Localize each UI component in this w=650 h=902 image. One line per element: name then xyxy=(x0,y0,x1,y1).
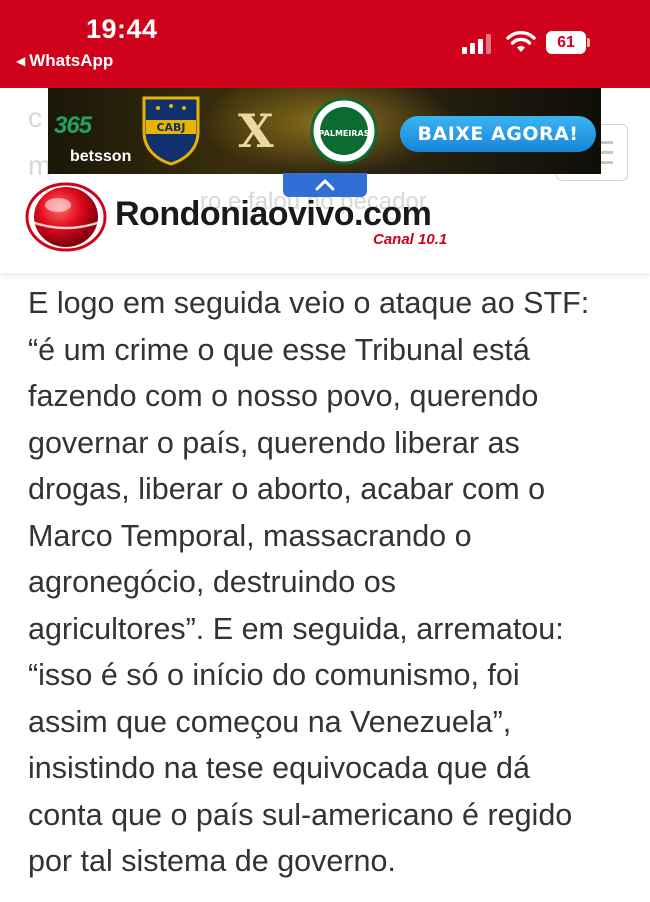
ad-brand-365: 365 xyxy=(54,112,92,139)
article-line: por tal sistema de governo. xyxy=(28,844,396,878)
back-triangle-icon: ◀ xyxy=(16,54,26,68)
article-line: “isso é só o início do comunismo, foi xyxy=(28,658,520,692)
ad-brand-betsson: betsson xyxy=(70,148,132,165)
article-line: agricultores”. E em seguida, arrematou: xyxy=(28,611,564,646)
logo-name: Rondoniaovivo.com xyxy=(115,195,432,233)
logo-subtitle: Canal 10.1 xyxy=(373,231,448,248)
palmeiras-crest-icon: PALMEIRAS xyxy=(310,97,378,165)
status-time: 19:44 xyxy=(86,14,158,44)
boca-juniors-crest-icon: CABJ xyxy=(142,96,200,166)
hidden-header-text: c xyxy=(28,102,42,133)
battery-cap xyxy=(587,38,590,47)
back-to-whatsapp-link[interactable]: ◀ WhatsApp xyxy=(16,51,113,71)
article-line: fazendo com o nosso povo, querendo xyxy=(28,379,539,413)
site-logo[interactable]: Rondoniaovivo.com Canal 10.1 xyxy=(25,181,465,253)
article-line: Marco Temporal, massacrando o xyxy=(28,518,472,553)
article-line: E logo em seguida veio o ataque ao STF: xyxy=(28,286,590,320)
article-line: conta que o país sul-americano é regido xyxy=(28,797,573,832)
ad-team-away: PALMEIRAS xyxy=(319,129,370,138)
article-line: agronegócio, destruindo os xyxy=(28,565,396,599)
article-line: drogas, liberar o aborto, acabar com o xyxy=(28,472,546,506)
article-line: governar o país, querendo liberar as xyxy=(28,425,520,460)
logo-ball-icon xyxy=(25,182,107,252)
ad-versus: X xyxy=(238,104,274,158)
article-line: “é um crime o que esse Tribunal está xyxy=(28,332,530,367)
article-line: insistindo na tese equivocada que dá xyxy=(28,751,530,785)
battery-icon: 61 xyxy=(546,31,590,54)
ad-download-button[interactable]: BAIXE AGORA! xyxy=(400,116,596,152)
article-line: assim que começou na Venezuela”, xyxy=(28,704,512,739)
cellular-signal-icon xyxy=(462,34,491,54)
wifi-icon xyxy=(506,31,536,52)
battery-level: 61 xyxy=(546,31,586,54)
article-body: E logo em seguida veio o ataque ao STF: … xyxy=(28,280,628,885)
ad-banner[interactable]: 365 betsson CABJ X PALMEIRAS BAIXE AGORA… xyxy=(48,88,601,174)
back-app-label: WhatsApp xyxy=(29,51,114,70)
ad-team-home: CABJ xyxy=(156,121,185,134)
status-bar: 19:44 ◀ WhatsApp 61 xyxy=(0,0,650,88)
